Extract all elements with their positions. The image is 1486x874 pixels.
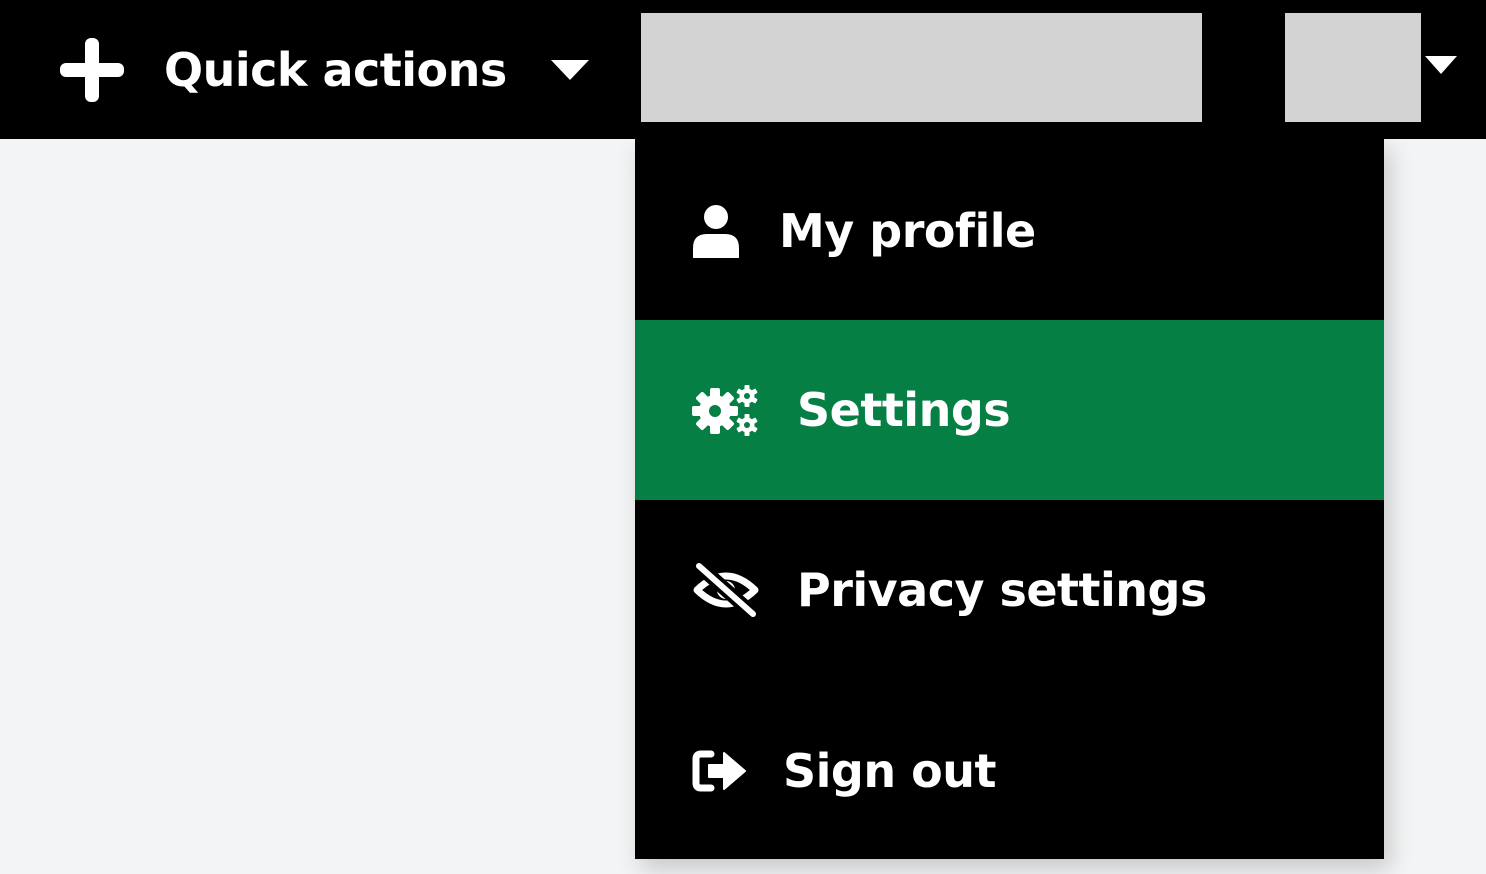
gears-icon bbox=[692, 385, 758, 436]
top-navigation-bar: Quick actions bbox=[0, 0, 1486, 139]
redacted-search-area bbox=[641, 13, 1202, 122]
menu-item-sign-out[interactable]: Sign out bbox=[635, 681, 1384, 861]
quick-actions-label: Quick actions bbox=[164, 43, 507, 97]
quick-actions-button[interactable]: Quick actions bbox=[58, 30, 591, 110]
plus-icon bbox=[60, 38, 124, 102]
menu-item-privacy-settings[interactable]: Privacy settings bbox=[635, 500, 1384, 680]
menu-item-label: Sign out bbox=[783, 744, 996, 798]
sign-out-icon bbox=[692, 750, 746, 792]
menu-item-label: My profile bbox=[779, 204, 1036, 258]
menu-item-my-profile[interactable]: My profile bbox=[635, 141, 1384, 321]
chevron-down-icon bbox=[550, 60, 589, 80]
redacted-account-avatar[interactable] bbox=[1285, 13, 1421, 122]
menu-item-label: Privacy settings bbox=[797, 563, 1207, 617]
account-menu-chevron-icon[interactable] bbox=[1424, 55, 1458, 75]
menu-item-label: Settings bbox=[797, 383, 1011, 437]
account-dropdown-menu: My profile Settings Privacy settings Sig… bbox=[635, 139, 1384, 859]
menu-item-settings[interactable]: Settings bbox=[635, 320, 1384, 500]
eye-slash-icon bbox=[693, 562, 759, 618]
user-icon bbox=[693, 205, 739, 258]
